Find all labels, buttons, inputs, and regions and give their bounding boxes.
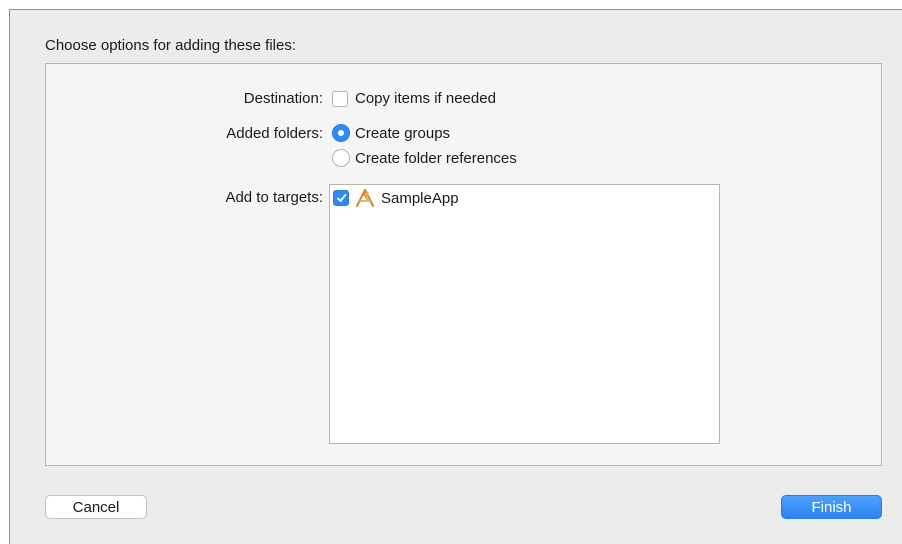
cancel-button[interactable]: Cancel xyxy=(45,495,147,519)
radio-create-folder-references-label[interactable]: Create folder references xyxy=(355,150,517,167)
options-panel: Destination: Copy items if needed Added … xyxy=(45,63,882,466)
radio-create-groups-label[interactable]: Create groups xyxy=(355,125,450,142)
targets-list[interactable]: SampleApp xyxy=(329,184,720,444)
add-to-targets-label: Add to targets: xyxy=(225,189,323,206)
destination-label: Destination: xyxy=(243,90,323,107)
copy-items-checkbox[interactable] xyxy=(332,90,348,107)
app-target-icon xyxy=(356,189,374,207)
radio-create-groups-button[interactable] xyxy=(332,124,350,142)
target-name-sampleapp: SampleApp xyxy=(381,189,459,207)
target-row-sampleapp[interactable]: SampleApp xyxy=(333,189,459,207)
radio-create-folder-references-button[interactable] xyxy=(332,149,350,167)
finish-button[interactable]: Finish xyxy=(781,495,882,519)
added-folders-label: Added folders: xyxy=(226,125,323,142)
checkmark-icon xyxy=(337,193,347,202)
target-checkbox-sampleapp[interactable] xyxy=(333,190,349,206)
radio-create-groups[interactable]: Create groups xyxy=(332,124,450,142)
radio-create-folder-references[interactable]: Create folder references xyxy=(332,149,517,167)
sheet-title: Choose options for adding these files: xyxy=(45,37,296,54)
copy-items-checkbox-control[interactable]: Copy items if needed xyxy=(332,90,496,107)
copy-items-label[interactable]: Copy items if needed xyxy=(355,90,496,107)
add-files-sheet: Choose options for adding these files: D… xyxy=(9,9,902,544)
